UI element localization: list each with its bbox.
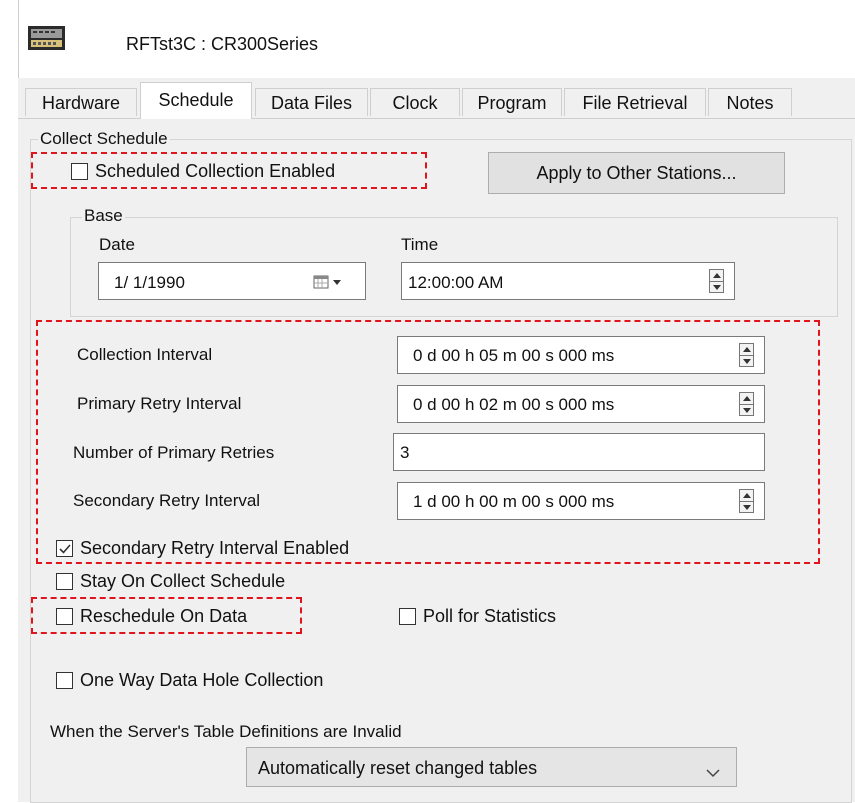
tab-notes[interactable]: Notes <box>708 88 792 116</box>
base-title: Base <box>82 206 125 226</box>
collection-interval-spinner[interactable] <box>739 343 754 367</box>
tab-hardware[interactable]: Hardware <box>25 88 137 116</box>
secondary-retry-interval-value: 1 d 00 h 00 m 00 s 000 ms <box>413 492 615 511</box>
base-time-field[interactable]: 12:00:00 AM <box>401 262 735 300</box>
spinner-down-icon[interactable] <box>710 281 723 293</box>
one-way-data-hole-collection-label: One Way Data Hole Collection <box>80 670 324 690</box>
primary-retry-interval-field[interactable]: 0 d 00 h 02 m 00 s 000 ms <box>397 385 765 423</box>
spinner-down-icon[interactable] <box>740 501 753 513</box>
spinner-up-icon[interactable] <box>740 393 753 404</box>
scheduled-collection-enabled-checkbox[interactable]: Scheduled Collection Enabled <box>71 161 335 182</box>
number-of-primary-retries-field[interactable]: 3 <box>393 433 765 471</box>
number-of-primary-retries-label: Number of Primary Retries <box>73 443 275 462</box>
scheduled-collection-enabled-label: Scheduled Collection Enabled <box>95 161 336 181</box>
calendar-dropdown-icon[interactable] <box>313 274 345 295</box>
reschedule-on-data-checkbox[interactable]: Reschedule On Data <box>56 606 247 627</box>
collection-interval-label: Collection Interval <box>77 345 213 364</box>
base-date-picker[interactable]: 1/ 1/1990 <box>98 262 366 300</box>
checkmark-icon <box>58 543 71 554</box>
table-definitions-selected-value: Automatically reset changed tables <box>258 758 538 778</box>
secondary-retry-interval-enabled-checkbox[interactable]: Secondary Retry Interval Enabled <box>56 538 349 559</box>
date-label: Date <box>99 235 135 254</box>
tab-data-files[interactable]: Data Files <box>255 88 368 116</box>
tab-program[interactable]: Program <box>462 88 562 116</box>
checkbox-box[interactable] <box>56 573 73 590</box>
checkbox-box[interactable] <box>399 608 416 625</box>
checkbox-box[interactable] <box>56 540 73 557</box>
secondary-retry-interval-enabled-label: Secondary Retry Interval Enabled <box>80 538 350 558</box>
checkbox-box[interactable] <box>71 163 88 180</box>
checkbox-box[interactable] <box>56 672 73 689</box>
apply-to-other-stations-button[interactable]: Apply to Other Stations... <box>488 152 785 194</box>
reschedule-on-data-label: Reschedule On Data <box>80 606 248 626</box>
secondary-retry-interval-spinner[interactable] <box>739 489 754 513</box>
stay-on-collect-schedule-checkbox[interactable]: Stay On Collect Schedule <box>56 571 285 592</box>
poll-for-statistics-checkbox[interactable]: Poll for Statistics <box>399 606 556 627</box>
base-date-value: 1/ 1/1990 <box>114 273 185 292</box>
table-definitions-select[interactable]: Automatically reset changed tables <box>246 747 737 787</box>
poll-for-statistics-label: Poll for Statistics <box>423 606 557 626</box>
primary-retry-interval-spinner[interactable] <box>739 392 754 416</box>
secondary-retry-interval-field[interactable]: 1 d 00 h 00 m 00 s 000 ms <box>397 482 765 520</box>
collection-interval-value: 0 d 00 h 05 m 00 s 000 ms <box>413 346 615 365</box>
spinner-up-icon[interactable] <box>740 490 753 501</box>
spinner-down-icon[interactable] <box>740 355 753 367</box>
time-spinner[interactable] <box>709 269 724 293</box>
tab-file-retrieval[interactable]: File Retrieval <box>564 88 706 116</box>
checkbox-box[interactable] <box>56 608 73 625</box>
station-title: RFTst3C : CR300Series <box>126 34 319 54</box>
stay-on-collect-schedule-label: Stay On Collect Schedule <box>80 571 286 591</box>
spinner-up-icon[interactable] <box>740 344 753 355</box>
tab-schedule[interactable]: Schedule <box>140 82 252 119</box>
primary-retry-interval-value: 0 d 00 h 02 m 00 s 000 ms <box>413 395 615 414</box>
datalogger-icon <box>28 26 65 50</box>
tab-clock[interactable]: Clock <box>370 88 460 116</box>
number-of-primary-retries-value: 3 <box>400 443 410 462</box>
one-way-data-hole-collection-checkbox[interactable]: One Way Data Hole Collection <box>56 670 323 691</box>
table-definitions-label: When the Server's Table Definitions are … <box>50 722 402 741</box>
spinner-up-icon[interactable] <box>710 270 723 281</box>
collection-interval-field[interactable]: 0 d 00 h 05 m 00 s 000 ms <box>397 336 765 374</box>
spinner-down-icon[interactable] <box>740 404 753 416</box>
primary-retry-interval-label: Primary Retry Interval <box>77 394 242 413</box>
secondary-retry-interval-label: Secondary Retry Interval <box>73 491 261 510</box>
chevron-down-icon <box>706 762 720 783</box>
base-time-value: 12:00:00 AM <box>408 273 504 292</box>
time-label: Time <box>401 235 439 254</box>
collect-schedule-title: Collect Schedule <box>38 129 170 149</box>
